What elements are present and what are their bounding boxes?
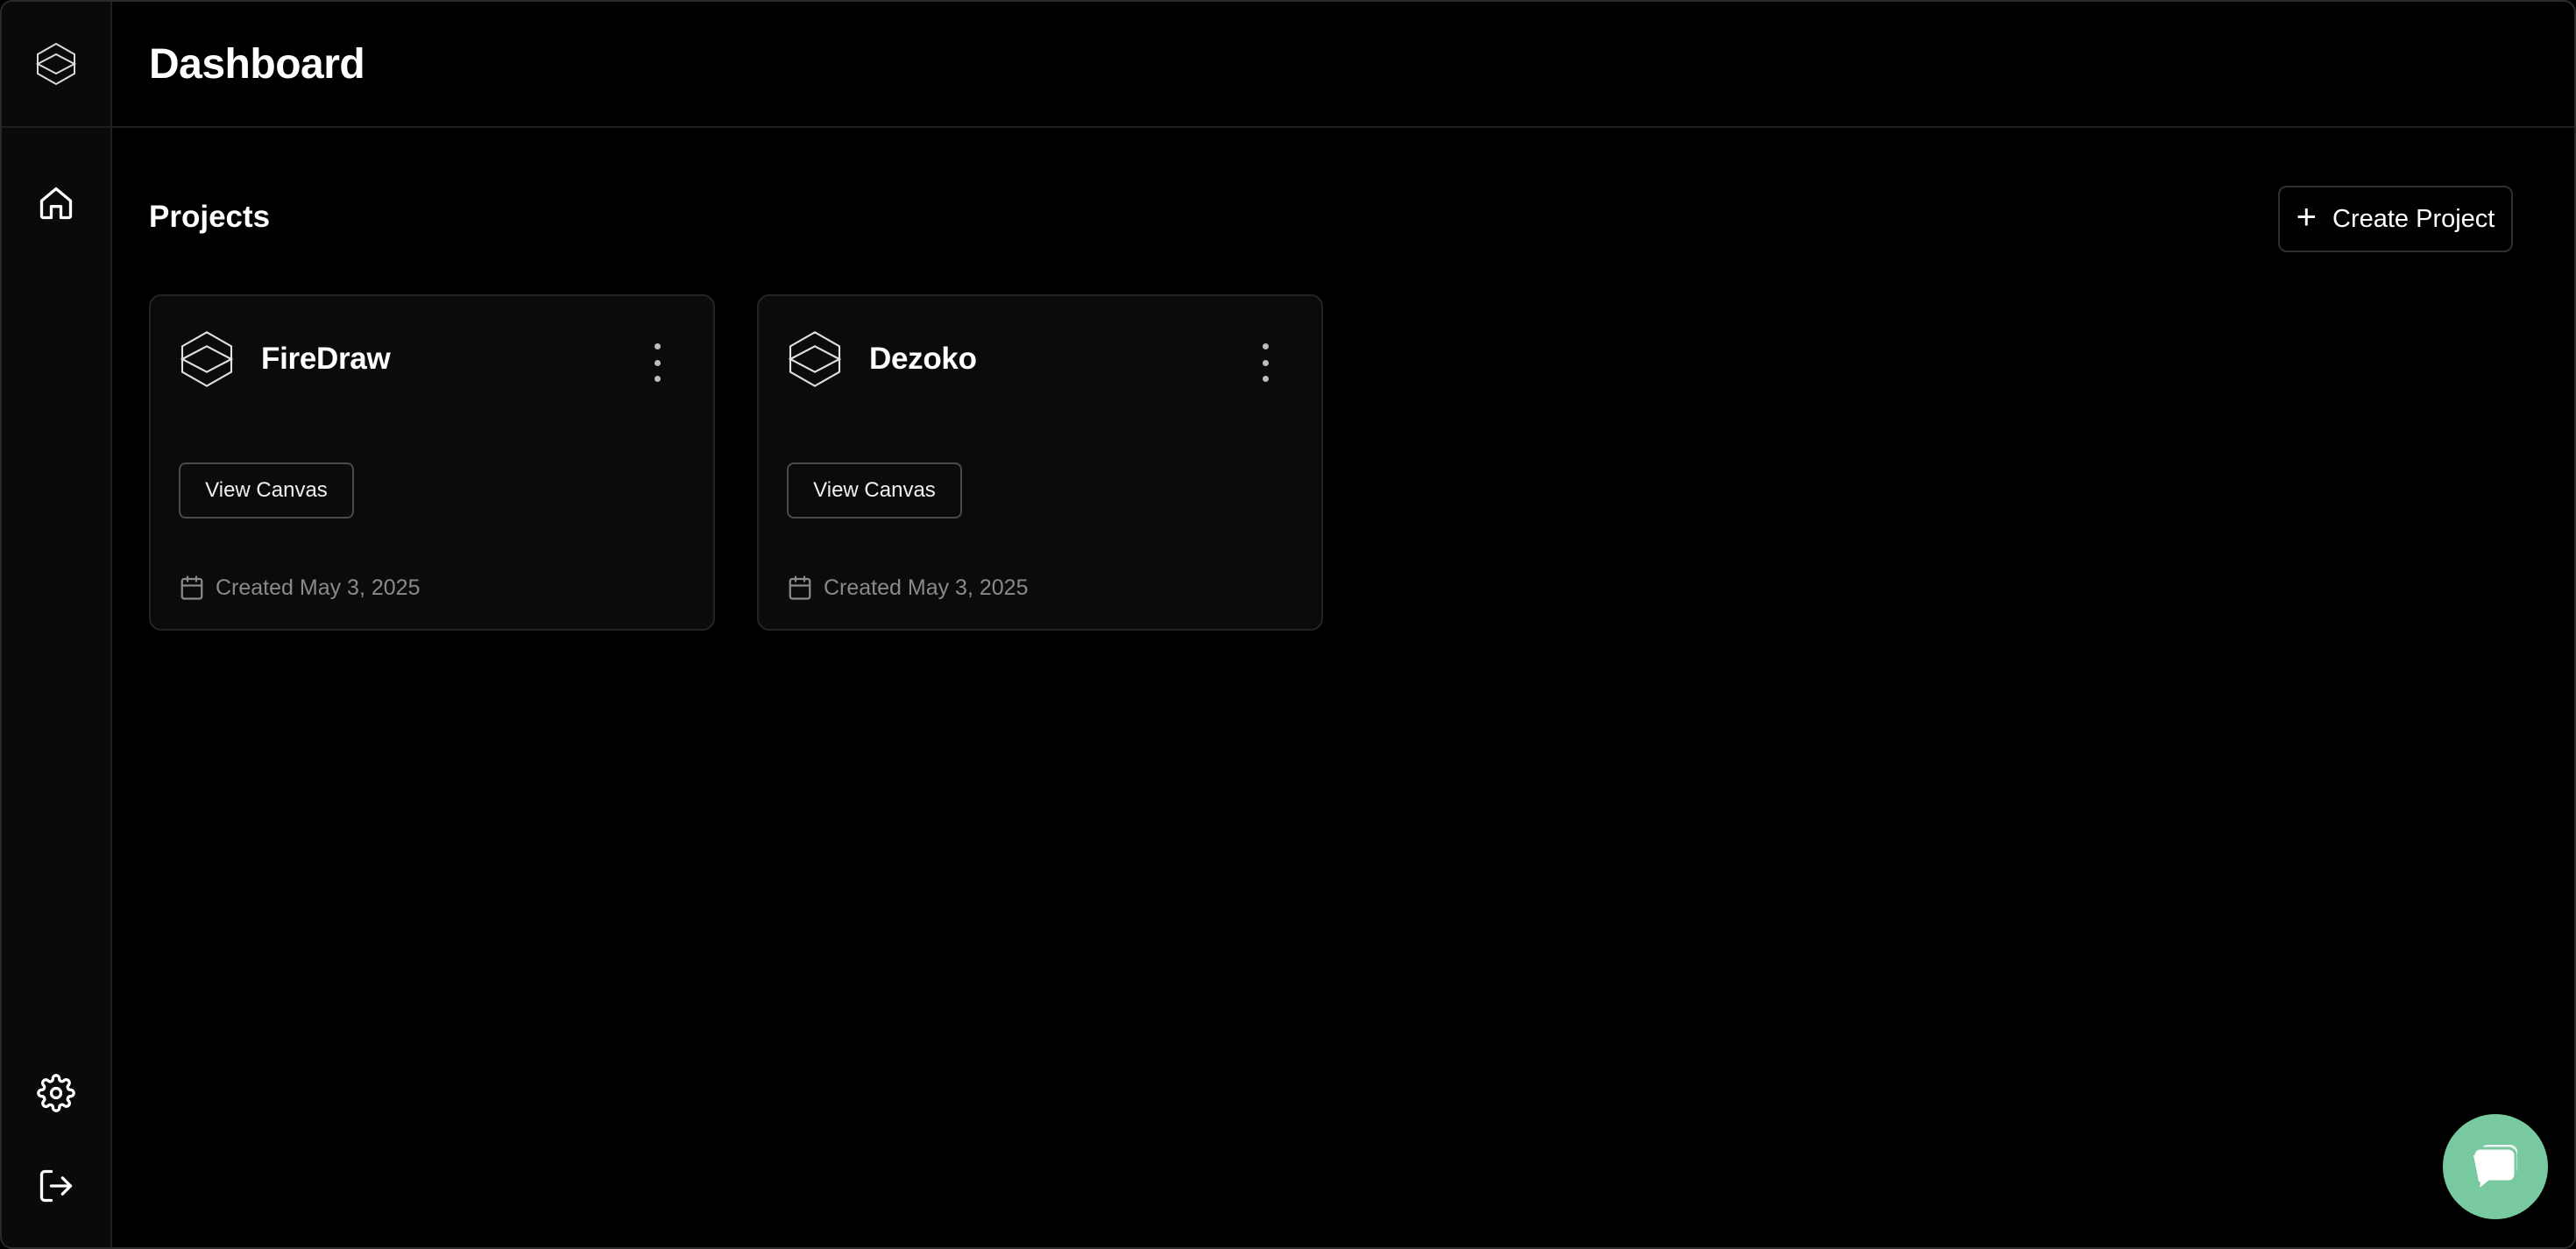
app-logo[interactable] [2, 2, 110, 128]
project-card: Dezoko View Canvas Created May 3, 2025 [757, 294, 1323, 631]
sidebar [2, 2, 112, 1247]
layers-logo-icon [180, 331, 234, 387]
calendar-icon [789, 575, 811, 600]
page-title: Dashboard [149, 40, 365, 88]
created-date-text: Created May 3, 2025 [216, 575, 421, 600]
view-canvas-button[interactable]: View Canvas [179, 462, 354, 519]
project-name: FireDraw [261, 342, 391, 376]
view-canvas-button[interactable]: View Canvas [787, 462, 962, 519]
layers-logo-icon [35, 42, 77, 86]
top-header: Dashboard [112, 2, 2574, 128]
project-card-header: FireDraw [179, 329, 391, 389]
project-card-header: Dezoko [787, 329, 977, 389]
home-icon [39, 187, 73, 220]
logout-icon [39, 1169, 73, 1203]
plus-icon: + [2296, 198, 2317, 236]
sidebar-item-settings[interactable] [2, 1051, 110, 1135]
project-card-list: FireDraw View Canvas Created May 3, 2025 [149, 294, 1323, 631]
sidebar-item-logout[interactable] [2, 1144, 110, 1228]
app-window: Dashboard Projects + Create Project Fire… [0, 0, 2576, 1249]
section-title: Projects [149, 200, 271, 234]
sidebar-item-home[interactable] [2, 161, 110, 245]
create-project-label: Create Project [2332, 204, 2495, 233]
main-content: Projects + Create Project FireDraw View … [149, 130, 2574, 1247]
project-created-date: Created May 3, 2025 [787, 575, 1028, 601]
project-name: Dezoko [869, 342, 977, 376]
gear-icon [37, 1074, 75, 1112]
more-vertical-icon[interactable] [1253, 343, 1277, 382]
layers-logo-icon [788, 331, 842, 387]
chat-widget-button[interactable] [2443, 1114, 2548, 1219]
created-date-text: Created May 3, 2025 [824, 575, 1029, 600]
project-card: FireDraw View Canvas Created May 3, 2025 [149, 294, 715, 631]
chat-icon [2472, 1145, 2517, 1194]
create-project-button[interactable]: + Create Project [2278, 186, 2513, 252]
more-vertical-icon[interactable] [645, 343, 669, 382]
project-created-date: Created May 3, 2025 [179, 575, 420, 601]
calendar-icon [180, 575, 203, 600]
